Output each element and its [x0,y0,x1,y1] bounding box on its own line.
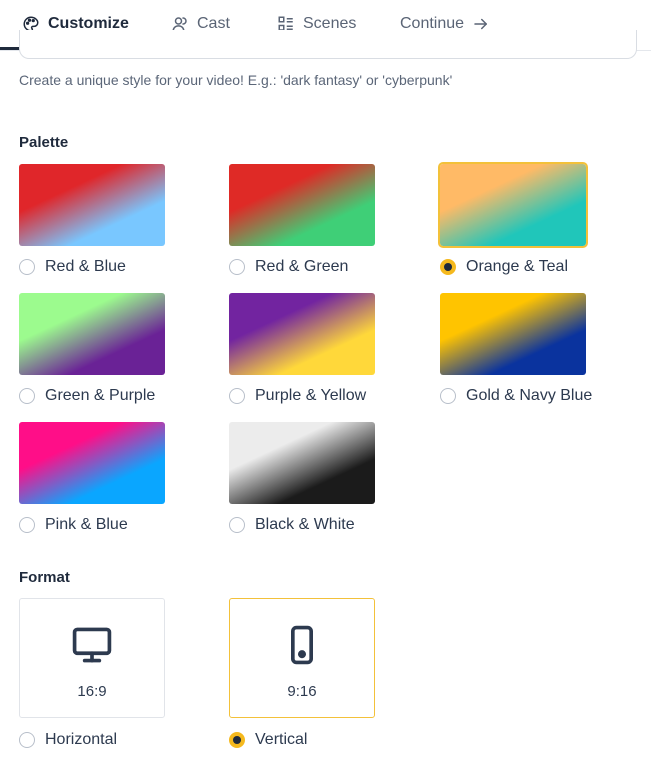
radio-horizontal[interactable] [19,732,35,748]
palette-option[interactable]: Purple & Yellow [229,387,366,405]
format-label-horizontal: Horizontal [45,731,118,748]
palette-option[interactable]: Pink & Blue [19,516,128,534]
palette-radio[interactable] [440,388,456,404]
palette-swatch[interactable] [438,162,588,248]
palette-option[interactable]: Orange & Teal [440,258,568,276]
palette-option-label: Green & Purple [45,387,156,404]
format-option-vertical[interactable]: Vertical [229,731,307,749]
palette-option[interactable]: Green & Purple [19,387,155,405]
palette-radio[interactable] [19,259,35,275]
palette-swatch[interactable] [19,422,165,504]
palette-option-label: Pink & Blue [45,516,128,533]
palette-option[interactable]: Red & Green [229,258,348,276]
palette-option-label: Orange & Teal [466,258,568,275]
palette-option[interactable]: Red & Blue [19,258,126,276]
format-option-horizontal[interactable]: Horizontal [19,731,117,749]
style-hint: Create a unique style for your video! E.… [19,72,453,88]
format-title: Format [19,569,70,586]
palette-option-label: Purple & Yellow [255,387,367,404]
palette-swatch[interactable] [19,293,165,375]
palette-radio[interactable] [229,259,245,275]
phone-icon [280,623,324,667]
format-card-horizontal[interactable]: 16:9 [19,598,165,718]
palette-swatch[interactable] [19,164,165,246]
palette-radio[interactable] [19,517,35,533]
palette-radio[interactable] [440,259,456,275]
palette-option-label: Red & Green [255,258,349,275]
radio-vertical[interactable] [229,732,245,748]
palette-option[interactable]: Black & White [229,516,355,534]
palette-radio[interactable] [229,517,245,533]
palette-title: Palette [19,134,69,151]
palette-swatch[interactable] [229,422,375,504]
format-ratio-vertical: 9:16 [287,683,317,700]
palette-swatch[interactable] [229,164,375,246]
palette-option-label: Gold & Navy Blue [466,387,593,404]
style-input[interactable] [19,30,637,59]
palette-option-label: Black & White [255,516,355,533]
palette-option-label: Red & Blue [45,258,126,275]
palette-swatch[interactable] [440,293,586,375]
format-card-vertical[interactable]: 9:16 [229,598,375,718]
format-ratio-horizontal: 16:9 [77,683,107,700]
format-label-vertical: Vertical [255,731,308,748]
palette-radio[interactable] [229,388,245,404]
palette-option[interactable]: Gold & Navy Blue [440,387,592,405]
monitor-icon [70,623,114,667]
palette-swatch[interactable] [229,293,375,375]
palette-radio[interactable] [19,388,35,404]
